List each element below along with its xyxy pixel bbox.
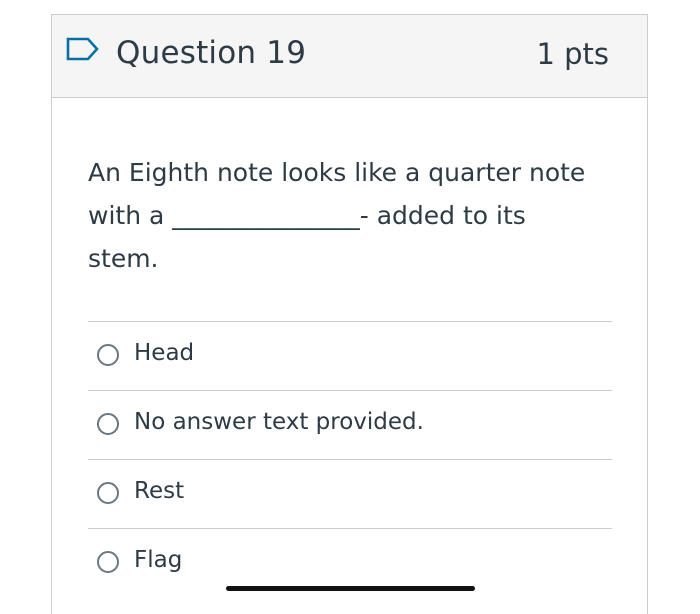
answer-option-rest[interactable]: Rest	[88, 459, 612, 528]
answer-option-no-text[interactable]: No answer text provided.	[88, 390, 612, 459]
radio-button[interactable]	[97, 482, 119, 504]
answer-list: Head No answer text provided. Rest Flag	[88, 321, 612, 597]
answer-label: Head	[134, 340, 195, 366]
answer-label: No answer text provided.	[134, 409, 424, 435]
radio-button[interactable]	[97, 344, 119, 366]
answer-label: Flag	[134, 547, 183, 573]
question-card: Question 19 1 pts An Eighth note looks l…	[51, 14, 648, 614]
flag-question-icon[interactable]	[66, 37, 100, 61]
answer-option-head[interactable]: Head	[88, 321, 612, 390]
home-indicator[interactable]	[226, 586, 475, 591]
question-text: An Eighth note looks like a quarter note…	[88, 158, 586, 273]
answer-label: Rest	[134, 478, 185, 504]
question-points: 1 pts	[536, 37, 609, 71]
radio-button[interactable]	[97, 413, 119, 435]
question-title: Question 19	[116, 35, 307, 71]
question-header: Question 19 1 pts	[52, 15, 647, 98]
radio-button[interactable]	[97, 551, 119, 573]
